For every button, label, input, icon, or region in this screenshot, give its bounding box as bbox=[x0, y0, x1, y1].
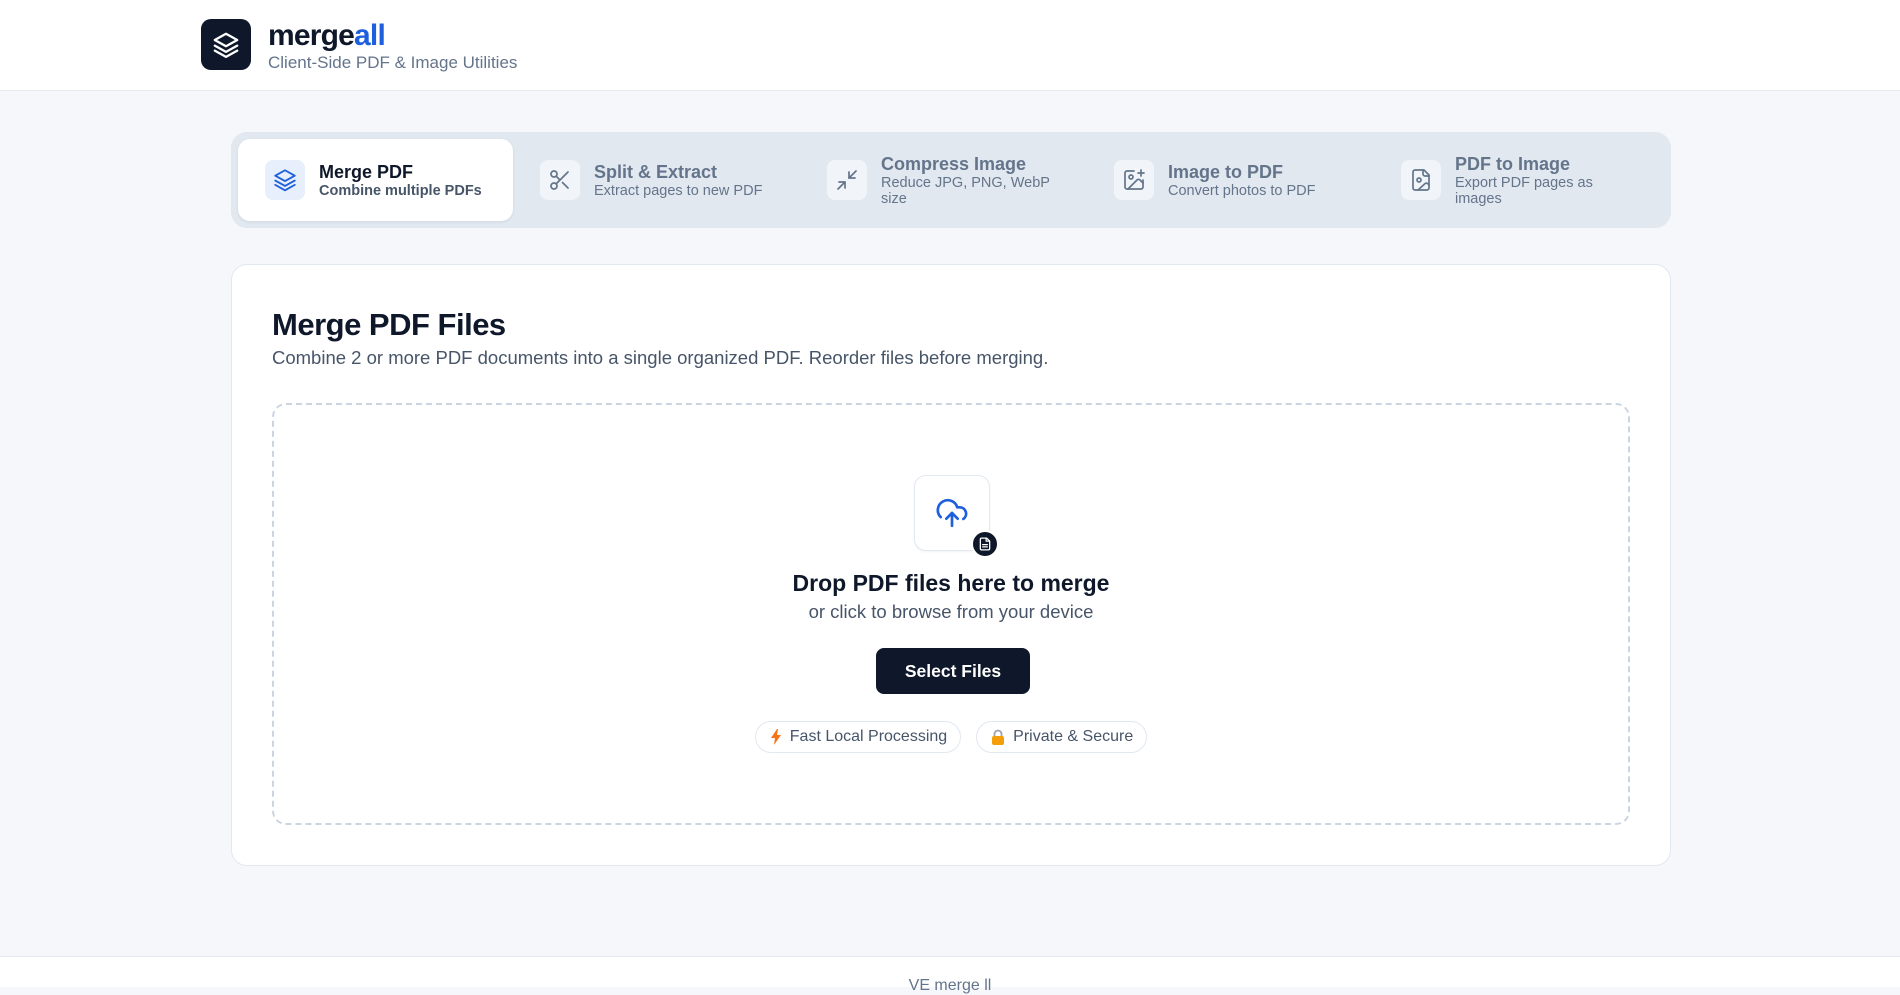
feature-pills: Fast Local Processing Private & Secure bbox=[274, 721, 1628, 753]
brand-name: mergeall bbox=[268, 20, 517, 52]
tool-tabs: Merge PDF Combine multiple PDFs Split & … bbox=[231, 132, 1671, 228]
tab-title: PDF to Image bbox=[1455, 153, 1571, 174]
tab-title: Split & Extract bbox=[594, 161, 718, 182]
logo-layers-icon bbox=[201, 19, 251, 70]
tab-split-extract[interactable]: Split & Extract Extract pages to new PDF bbox=[513, 139, 800, 221]
feature-label: Fast Local Processing bbox=[789, 728, 948, 745]
dropzone-subtitle: or click to browse from your device bbox=[808, 601, 1094, 622]
layers-icon bbox=[265, 160, 305, 200]
feature-pill-fast: Fast Local Processing bbox=[754, 721, 962, 753]
top-header: mergeall Client-Side PDF & Image Utiliti… bbox=[0, 0, 1900, 91]
tab-title: Image to PDF bbox=[1168, 161, 1284, 182]
cloud-upload-icon bbox=[936, 498, 968, 528]
minimize-icon bbox=[827, 160, 867, 200]
select-files-button[interactable]: Select Files bbox=[876, 648, 1030, 694]
brand-name-accent: all bbox=[354, 19, 386, 52]
lock-icon bbox=[991, 729, 1005, 745]
file-dropzone[interactable]: Drop PDF files here to merge or click to… bbox=[272, 403, 1630, 825]
feature-pill-private: Private & Secure bbox=[976, 721, 1148, 753]
brand[interactable]: mergeall Client-Side PDF & Image Utiliti… bbox=[201, 19, 517, 73]
tab-subtitle: Convert photos to PDF bbox=[1168, 182, 1316, 199]
tab-subtitle: Reduce JPG, PNG, WebP size bbox=[881, 174, 1050, 207]
footer-text: VE merge ll bbox=[908, 977, 992, 994]
tab-image-to-pdf[interactable]: Image to PDF Convert photos to PDF bbox=[1087, 139, 1374, 221]
tab-pdf-to-image[interactable]: PDF to Image Export PDF pages as images bbox=[1374, 139, 1662, 221]
merge-pdf-card: Merge PDF Files Combine 2 or more PDF do… bbox=[231, 264, 1671, 866]
brand-name-main: merge bbox=[268, 19, 355, 52]
page-title: Merge PDF Files bbox=[272, 307, 506, 342]
document-icon bbox=[971, 530, 999, 558]
image-plus-icon bbox=[1114, 160, 1154, 200]
scissors-icon bbox=[540, 160, 580, 200]
tab-subtitle: Export PDF pages as images bbox=[1455, 174, 1593, 207]
file-image-icon bbox=[1401, 160, 1441, 200]
tab-title: Compress Image bbox=[881, 153, 1027, 174]
brand-tagline: Client-Side PDF & Image Utilities bbox=[268, 53, 518, 72]
tab-title: Merge PDF bbox=[319, 161, 414, 182]
tab-subtitle: Combine multiple PDFs bbox=[319, 182, 482, 199]
tab-merge-pdf[interactable]: Merge PDF Combine multiple PDFs bbox=[238, 139, 513, 221]
feature-label: Private & Secure bbox=[1013, 728, 1134, 745]
tab-compress-image[interactable]: Compress Image Reduce JPG, PNG, WebP siz… bbox=[800, 139, 1087, 221]
tab-subtitle: Extract pages to new PDF bbox=[594, 182, 763, 199]
dropzone-title: Drop PDF files here to merge bbox=[792, 570, 1110, 596]
upload-icon-box bbox=[914, 475, 999, 558]
page-description: Combine 2 or more PDF documents into a s… bbox=[272, 347, 1049, 368]
lightning-icon bbox=[770, 729, 782, 745]
footer: VE merge ll bbox=[0, 956, 1900, 994]
